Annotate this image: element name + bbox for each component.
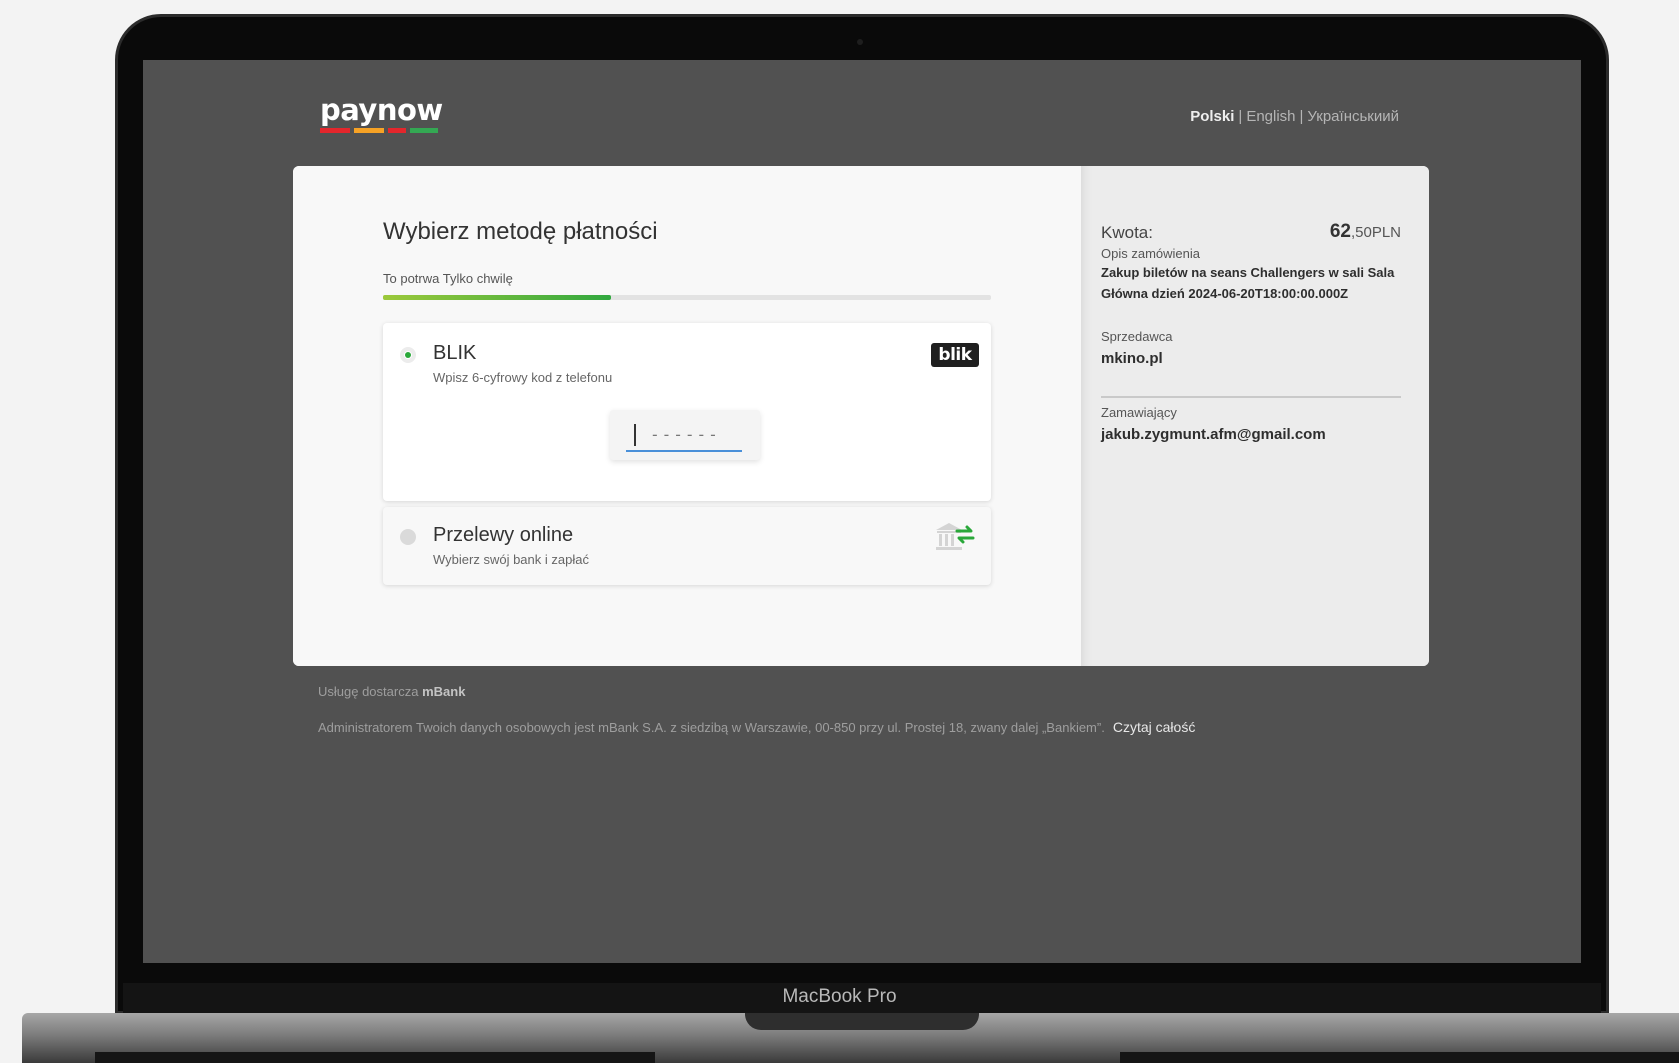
order-description-label: Opis zamówienia: [1101, 246, 1200, 261]
amount-label: Kwota:: [1101, 223, 1153, 242]
method-desc-blik: Wpisz 6-cyfrowy kod z telefonu: [433, 370, 613, 385]
model-label: MacBook Pro: [782, 986, 897, 1007]
progress-bar: [383, 295, 991, 300]
amount-integer: 62: [1329, 221, 1351, 242]
progress-label: To potrwa Tylko chwilę: [383, 271, 513, 286]
amount-currency: PLN: [1371, 224, 1401, 241]
amount-value: 62,50PLN: [1330, 221, 1401, 243]
privacy-text: Administratorem Twoich danych osobowych …: [318, 720, 1105, 735]
method-name-online: Przelewy online: [433, 524, 574, 546]
read-more-link[interactable]: Czytaj całość: [1113, 719, 1195, 735]
progress-fill: [383, 295, 611, 300]
blik-code-input[interactable]: ------: [610, 410, 760, 460]
lang-option-active[interactable]: Polski: [1190, 108, 1234, 125]
input-underline: [626, 450, 742, 452]
payment-card: Wybierz metodę płatności To potrwa Tylko…: [293, 166, 1429, 666]
blik-logo-icon: blik: [931, 343, 979, 367]
order-description-value: Zakup biletów na seans Challengers w sal…: [1101, 265, 1395, 301]
lang-separator: |: [1238, 108, 1243, 125]
summary-divider: [1101, 396, 1401, 398]
provider-note: Usługę dostarcza mBank: [318, 684, 465, 699]
camera: [857, 39, 863, 45]
method-name-blik: BLIK: [433, 342, 477, 364]
logo-bar-segment: [388, 128, 406, 133]
laptop-base-shadow: [95, 1052, 655, 1063]
method-desc-online: Wybierz swój bank i zapłać: [433, 552, 589, 567]
payment-method-panel: Wybierz metodę płatności To potrwa Tylko…: [293, 166, 1081, 666]
radio-unselected[interactable]: [400, 529, 416, 545]
logo-text: paynow: [320, 93, 443, 127]
screen: paynow Polski | English | Українськиий Wybie…: [143, 60, 1581, 963]
seller-label: Sprzedawca: [1101, 329, 1173, 344]
buyer-value: jakub.zygmunt.afm@gmail.com: [1101, 426, 1326, 443]
text-cursor: [634, 424, 636, 446]
laptop-notch: [745, 1013, 979, 1030]
bank-transfer-icon: [936, 523, 975, 550]
seller-value: mkino.pl: [1101, 350, 1163, 367]
amount-decimal: ,50: [1350, 224, 1372, 241]
privacy-note: Administratorem Twoich danych osobowych …: [318, 719, 1195, 735]
page-title: Wybierz metodę płatności: [383, 218, 658, 245]
logo-bar-segment: [410, 128, 438, 133]
logo-color-bar: [320, 128, 438, 133]
blik-code-placeholder: ------: [650, 425, 720, 444]
radio-selected[interactable]: [400, 347, 416, 363]
provider-prefix: Usługę dostarcza: [318, 684, 419, 699]
lang-option-ukrainian[interactable]: Українськиий: [1307, 108, 1399, 125]
lang-separator: |: [1299, 108, 1304, 125]
payment-method-online-transfer[interactable]: Przelewy online Wybierz swój bank i zapł…: [383, 507, 991, 585]
payment-method-blik[interactable]: BLIK Wpisz 6-cyfrowy kod z telefonu blik…: [383, 323, 991, 501]
logo-bar-segment: [354, 128, 384, 133]
language-switcher: Polski | English | Українськиий: [1190, 108, 1399, 125]
logo-bar-segment: [320, 128, 350, 133]
provider-name: mBank: [422, 684, 466, 699]
lang-option-english[interactable]: English: [1246, 108, 1295, 125]
paynow-logo: paynow: [320, 96, 443, 133]
buyer-label: Zamawiający: [1101, 405, 1177, 420]
laptop-base-shadow: [1120, 1052, 1679, 1063]
